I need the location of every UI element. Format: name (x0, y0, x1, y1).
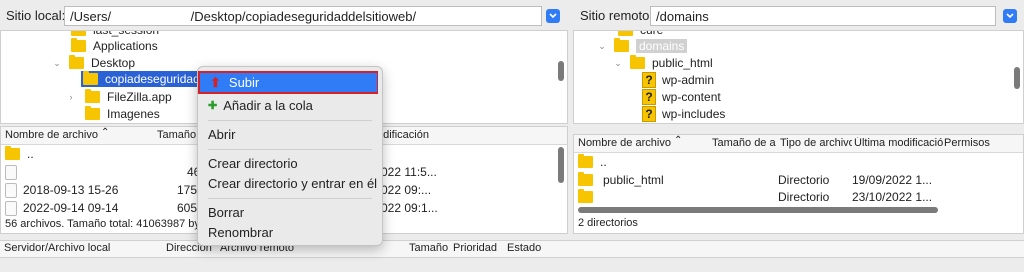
local-path-dropdown-button[interactable] (546, 9, 560, 23)
column-header-modified[interactable]: Última modificació (854, 137, 944, 149)
menu-separator (208, 198, 372, 199)
context-menu: ⬆ Subir ✚ Añadir a la cola Abrir Crear d… (197, 66, 383, 246)
tree-item-applications[interactable]: Applications (71, 38, 158, 54)
list-item[interactable]: .. (578, 154, 607, 170)
queue-column-local[interactable]: Servidor/Archivo local (4, 242, 110, 254)
menu-item-delete[interactable]: Borrar (198, 202, 382, 222)
remote-site-bar: Sitio remoto: /domains (572, 0, 1024, 30)
remote-directory-tree[interactable]: cure ⌄ domains ⌄ public_html ? wp-admin ? wp… (573, 30, 1024, 124)
tree-item[interactable]: cure (618, 31, 663, 38)
remote-list-horizontal-scrollbar[interactable] (578, 207, 938, 213)
menu-item-add-to-queue[interactable]: ✚ Añadir a la cola (198, 95, 382, 115)
folder-icon (578, 189, 593, 203)
tree-item-selected-folder[interactable]: copiadeseguridadd (81, 71, 203, 87)
chevron-down-icon (1006, 13, 1014, 19)
upload-arrow-icon: ⬆ (210, 74, 221, 90)
remote-file-list-header: Nombre de archivo ⌃ Tamaño de ar Tipo de… (574, 135, 1023, 153)
file-icon (5, 182, 17, 198)
unknown-folder-icon: ? (642, 72, 656, 88)
column-header-name[interactable]: Nombre de archivo (5, 129, 98, 141)
tree-item-wp-includes[interactable]: ? wp-includes (642, 106, 725, 122)
chevron-down-icon (549, 13, 557, 19)
folder-icon (83, 71, 98, 85)
sort-ascending-icon: ⌃ (674, 135, 683, 146)
tree-item-public-html[interactable]: ⌄ public_html (612, 55, 713, 71)
folder-icon (71, 31, 86, 36)
tree-item-wp-content[interactable]: ? wp-content (642, 89, 721, 105)
folder-icon (614, 38, 629, 52)
tree-item-domains[interactable]: ⌄ domains (596, 38, 688, 54)
local-list-scrollbar[interactable] (558, 147, 564, 183)
remote-site-label: Sitio remoto: (580, 8, 653, 23)
menu-item-create-directory-enter[interactable]: Crear directorio y entrar en él (198, 173, 382, 193)
folder-icon (630, 55, 645, 69)
file-icon (5, 164, 17, 180)
tree-item-desktop[interactable]: ⌄ Desktop (51, 55, 135, 71)
remote-status-text: 2 directorios (578, 217, 638, 229)
chevron-down-icon[interactable]: ⌄ (596, 41, 608, 52)
column-header-permissions[interactable]: Permisos (944, 137, 990, 149)
list-item[interactable]: public_html Directorio 19/09/2022 1... (578, 172, 1018, 188)
chevron-down-icon[interactable]: ⌄ (51, 58, 63, 69)
local-path-input[interactable]: /Users/ /Desktop/copiadeseguridaddelsiti… (64, 6, 542, 26)
menu-item-rename[interactable]: Renombrar (198, 222, 382, 242)
remote-path-dropdown-button[interactable] (1003, 9, 1017, 23)
local-site-label: Sitio local: (6, 8, 66, 23)
column-header-size[interactable]: Tamaño (157, 129, 196, 141)
menu-item-open[interactable]: Abrir (198, 124, 382, 144)
local-tree-scrollbar[interactable] (558, 61, 564, 81)
column-header-type[interactable]: Tipo de archivo (780, 137, 852, 149)
column-header-size[interactable]: Tamaño de ar (712, 137, 776, 149)
folder-icon (578, 172, 593, 186)
remote-file-list[interactable]: Nombre de archivo ⌃ Tamaño de ar Tipo de… (573, 134, 1024, 234)
folder-icon (71, 38, 86, 52)
remote-path-input[interactable]: /domains (650, 6, 996, 26)
menu-separator (208, 120, 372, 121)
column-header-modified[interactable]: odificación (377, 129, 429, 141)
folder-icon (69, 55, 84, 69)
add-queue-icon: ✚ (208, 99, 218, 112)
local-status-text: 56 archivos. Tamaño total: 41063987 by (5, 218, 200, 230)
file-icon (5, 200, 17, 216)
queue-column-priority[interactable]: Prioridad (453, 242, 497, 254)
chevron-down-icon[interactable]: ⌄ (612, 58, 624, 69)
remote-tree-scrollbar[interactable] (1014, 67, 1020, 89)
queue-column-size[interactable]: Tamaño (409, 242, 448, 254)
folder-icon (85, 106, 100, 120)
folder-icon (618, 31, 633, 36)
list-item[interactable]: Directorio 23/10/2022 1... (578, 189, 1018, 205)
list-item[interactable]: .. (5, 146, 34, 162)
tree-item-imagenes[interactable]: Imagenes (85, 106, 160, 122)
local-site-bar: Sitio local: /Users/ /Desktop/copiadeseg… (0, 0, 568, 30)
folder-icon (5, 146, 20, 160)
folder-icon (578, 154, 593, 168)
menu-separator (208, 149, 372, 150)
queue-column-status[interactable]: Estado (507, 242, 541, 254)
tree-item[interactable]: last_session (71, 31, 159, 38)
sort-ascending-icon: ⌃ (101, 127, 110, 138)
unknown-folder-icon: ? (642, 106, 656, 122)
queue-header: Servidor/Archivo local Direccion Archivo… (0, 240, 1024, 258)
chevron-right-icon[interactable]: › (65, 92, 77, 102)
tree-item-filezilla[interactable]: › FileZilla.app (65, 89, 172, 105)
column-header-name[interactable]: Nombre de archivo (578, 137, 671, 149)
menu-item-upload[interactable]: ⬆ Subir (200, 73, 377, 92)
folder-icon (85, 89, 100, 103)
menu-item-create-directory[interactable]: Crear directorio (198, 153, 382, 173)
tree-item-wp-admin[interactable]: ? wp-admin (642, 72, 714, 88)
unknown-folder-icon: ? (642, 89, 656, 105)
